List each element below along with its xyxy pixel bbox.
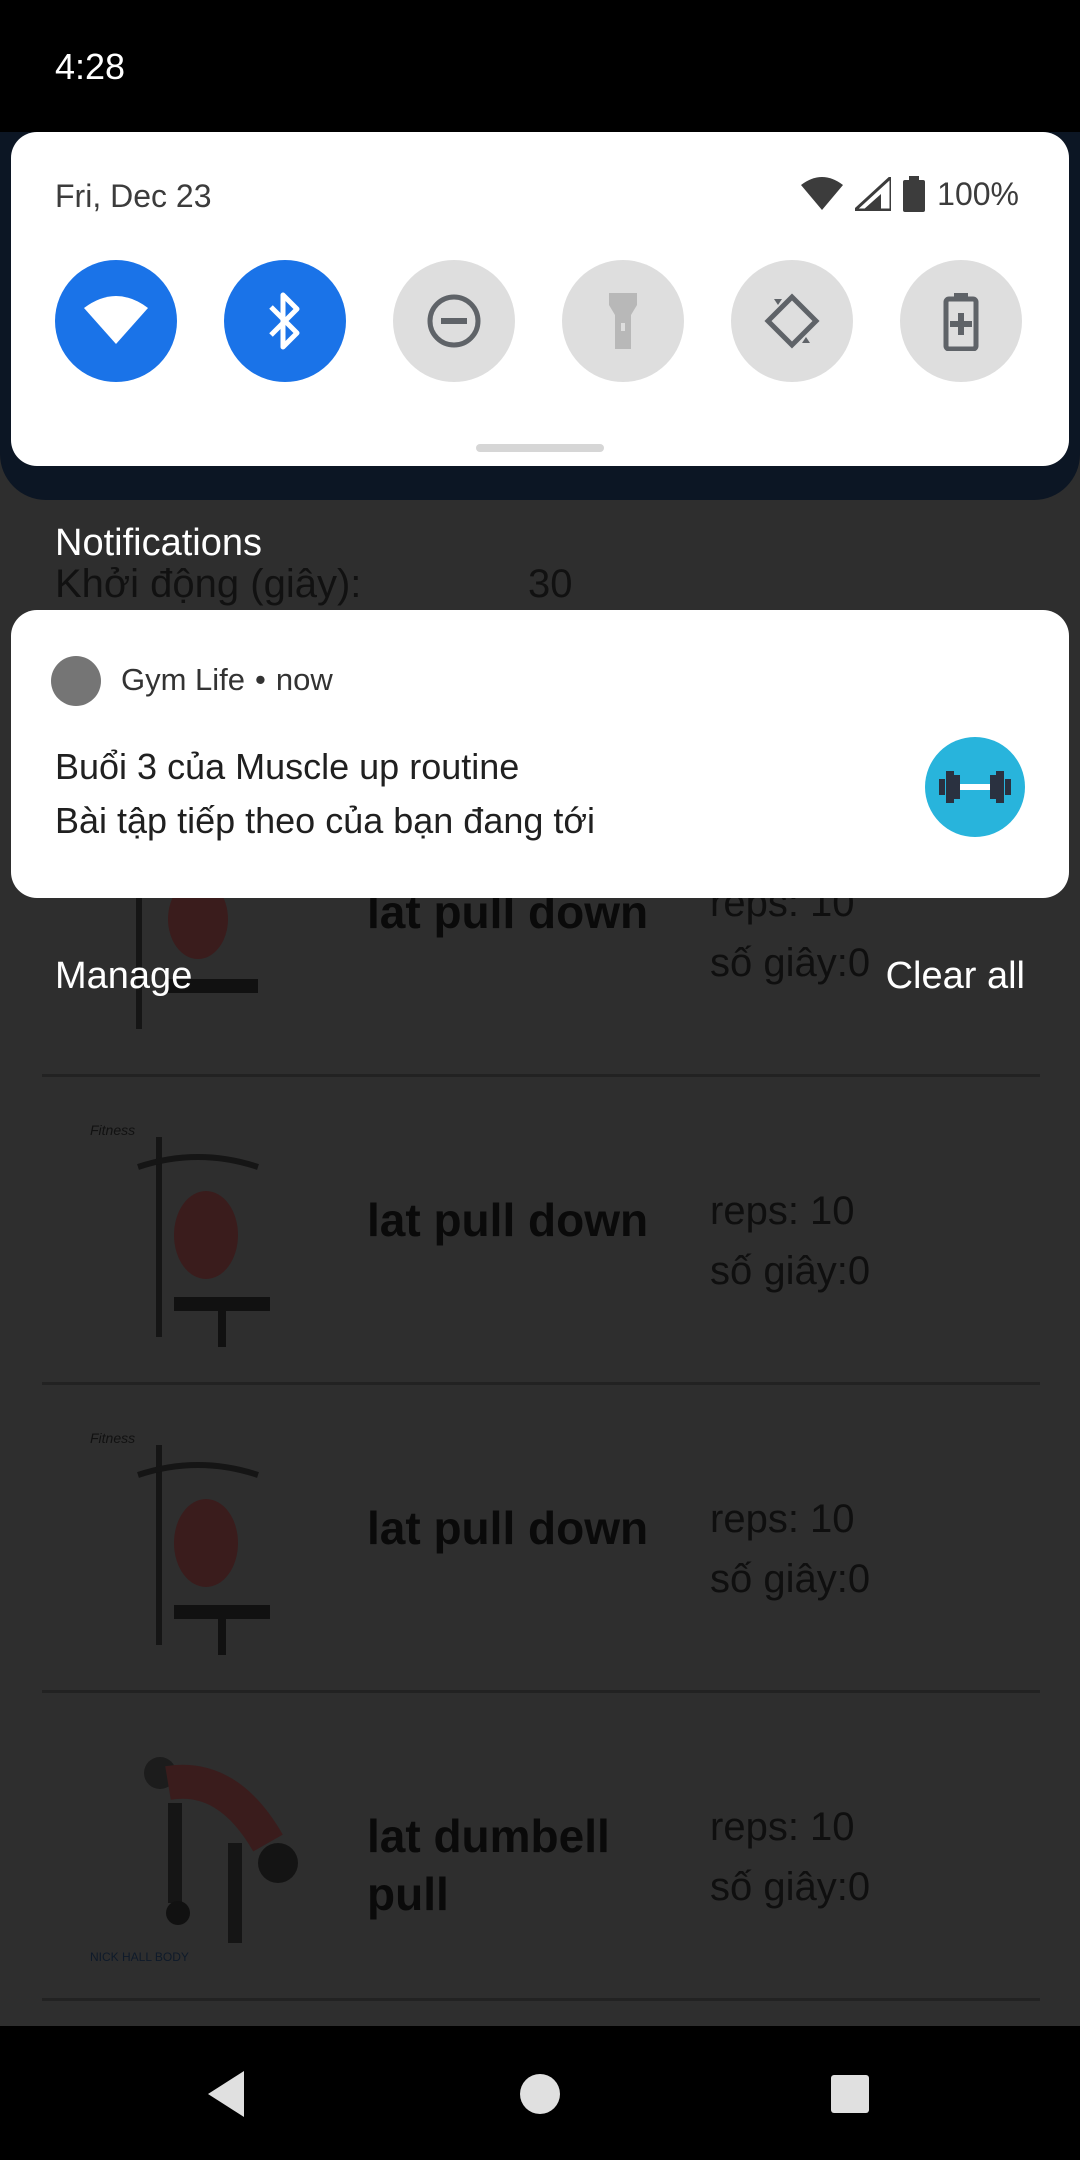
recents-icon — [831, 2075, 869, 2113]
qs-date[interactable]: Fri, Dec 23 — [55, 178, 211, 215]
exercise-reps: reps: 10 — [710, 1805, 855, 1849]
battery-percent: 100% — [937, 175, 1019, 212]
exercise-stats: reps: 10 số giây:0 — [710, 1489, 870, 1609]
exercise-seconds: số giây:0 — [710, 1557, 871, 1601]
clear-all-button[interactable]: Clear all — [886, 955, 1025, 998]
exercise-name: lat pull down — [367, 1502, 649, 1554]
exercise-seconds: số giây:0 — [710, 941, 871, 985]
home-icon — [520, 2074, 560, 2114]
battery-icon — [903, 176, 926, 212]
flashlight-tile[interactable] — [562, 260, 684, 382]
qs-status-icons: 100% — [801, 174, 1019, 214]
qs-tiles — [55, 260, 1035, 382]
exercise-seconds: số giây:0 — [710, 1865, 871, 1909]
notification-time: now — [275, 662, 333, 697]
warmup-row: Khởi động (giây): 30 — [55, 562, 1055, 607]
back-icon — [208, 2071, 244, 2117]
navigation-bar — [0, 2026, 1080, 2160]
exercise-name: lat pull down — [367, 1194, 649, 1246]
notification-app-name: Gym Life — [121, 662, 246, 697]
home-button[interactable] — [500, 2054, 580, 2134]
warmup-value: 30 — [528, 562, 573, 606]
exercise-image: Fitness — [90, 1430, 270, 1655]
cell-signal-icon — [855, 177, 892, 211]
back-button[interactable] — [186, 2054, 266, 2134]
bluetooth-icon — [269, 292, 300, 350]
notification-large-icon — [925, 737, 1025, 837]
exercise-name: lat dumbell pull — [367, 1810, 610, 1920]
qs-drag-handle[interactable] — [476, 444, 604, 452]
svg-text:Fitness: Fitness — [90, 1122, 135, 1138]
battery-saver-icon — [943, 293, 979, 351]
notification-title: Buổi 3 của Muscle up routine — [55, 746, 520, 787]
recents-button[interactable] — [810, 2054, 890, 2134]
exercise-stats: reps: 10 số giây:0 — [710, 1797, 870, 1917]
wifi-tile[interactable] — [55, 260, 177, 382]
exercise-row: NICK HALL BODY lat dumbell pull reps: 10… — [42, 1693, 1040, 2001]
manage-button[interactable]: Manage — [55, 955, 192, 998]
svg-text:Fitness: Fitness — [90, 1430, 135, 1446]
exercise-row: Fitness lat pull down reps: 10 số giây:0 — [42, 1385, 1040, 1693]
battery-saver-tile[interactable] — [900, 260, 1022, 382]
bluetooth-tile[interactable] — [224, 260, 346, 382]
dumbbell-icon — [939, 771, 1011, 803]
exercise-row: Fitness lat pull down reps: 10 số giây:0 — [42, 1077, 1040, 1385]
exercise-image: Fitness — [90, 1122, 270, 1347]
quick-settings-panel[interactable]: Fri, Dec 23 100% — [11, 132, 1069, 466]
flashlight-icon — [609, 293, 637, 349]
notifications-header: Notifications — [55, 522, 262, 564]
meta-separator: • — [255, 662, 266, 697]
status-bar: 4:28 — [0, 0, 1080, 132]
do-not-disturb-tile[interactable] — [393, 260, 515, 382]
status-time: 4:28 — [55, 46, 126, 87]
app-icon — [51, 656, 101, 706]
wifi-icon — [84, 296, 148, 344]
exercise-stats: reps: 10 số giây:0 — [710, 1181, 870, 1301]
auto-rotate-tile[interactable] — [731, 260, 853, 382]
exercise-seconds: số giây:0 — [710, 1249, 871, 1293]
warmup-label: Khởi động (giây): — [55, 562, 362, 606]
wifi-signal-icon — [801, 177, 844, 210]
exercise-image: NICK HALL BODY — [90, 1757, 298, 1964]
auto-rotate-icon — [764, 293, 820, 349]
notification-card[interactable]: Gym Life • now Buổi 3 của Muscle up routin… — [11, 610, 1069, 898]
notification-text: Bài tập tiếp theo của bạn đang tới — [55, 800, 595, 841]
exercise-reps: reps: 10 — [710, 1497, 855, 1541]
notification-meta: Gym Life • now — [121, 662, 333, 698]
exercise-reps: reps: 10 — [710, 1189, 855, 1233]
svg-text:NICK HALL BODY: NICK HALL BODY — [90, 1950, 189, 1964]
do-not-disturb-icon — [427, 294, 481, 348]
